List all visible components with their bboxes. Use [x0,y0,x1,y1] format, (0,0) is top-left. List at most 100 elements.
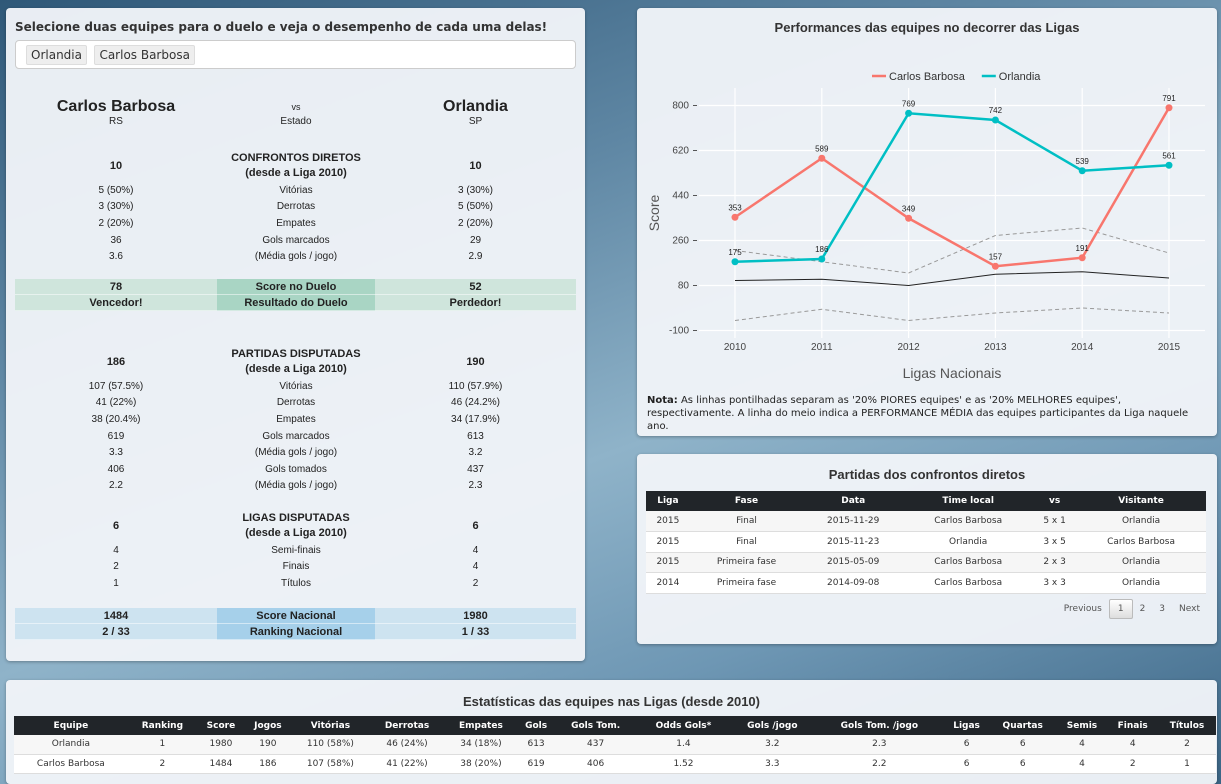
table-cell: 34 (18%) [444,735,518,755]
h2h-title: CONFRONTOS DIRETOS [231,152,361,164]
selected-team-chip[interactable]: Carlos Barbosa [94,45,195,65]
legend-label: Orlandia [999,71,1041,83]
national-rank-label: Ranking Nacional [217,624,375,640]
stat-right: 3.2 [468,447,483,459]
matches-right-total: 190 [466,356,485,368]
column-header[interactable]: Títulos [1157,716,1216,735]
stat-right: 5 (50%) [457,201,493,213]
data-point [1165,104,1173,112]
column-header[interactable]: Derrotas [369,716,445,735]
column-header[interactable]: Score [197,716,245,735]
previous-page-button[interactable]: Previous [1057,599,1109,619]
stat-label: (Média gols / jogo) [254,480,338,492]
table-cell: 437 [554,735,637,755]
table-cell: 6 [944,754,989,774]
table-row: 2015 Primeira fase 2015-05-09 Carlos Bar… [646,552,1206,573]
column-header[interactable]: Empates [444,716,518,735]
column-header[interactable]: vs [1033,491,1077,511]
column-header[interactable]: Fase [689,491,804,511]
page-button-3[interactable]: 3 [1152,599,1172,619]
stat-left: 2 [113,561,119,573]
table-cell: 3.2 [730,735,815,755]
table-cell: 2015 [646,511,690,532]
table-cell: 1 [127,735,198,755]
column-header[interactable]: Odds Gols* [636,716,731,735]
table-cell: 406 [554,754,637,774]
column-header[interactable]: Liga [646,491,690,511]
stat-left: 5 (50%) [98,184,134,196]
column-header[interactable]: Gols /jogo [730,716,815,735]
stat-label: Vitórias [279,380,313,392]
stat-label: Empates [276,217,316,229]
data-label: 539 [1076,157,1090,166]
duel-score-row: 78 Score no Duelo 52 [15,279,576,295]
stat-row: 3 (30%) Derrotas 5 (50%) [15,199,576,216]
data-label: 589 [815,144,829,153]
column-header[interactable]: Time local [903,491,1034,511]
column-header[interactable]: Ranking [127,716,198,735]
stat-label: (Média gols / jogo) [254,251,338,263]
column-header[interactable]: Gols Tom. [554,716,637,735]
data-point [1078,167,1086,175]
column-header[interactable]: Finais [1107,716,1158,735]
stat-row: 3.3 (Média gols / jogo) 3.2 [15,444,576,461]
leagues-title: LIGAS DISPUTADAS [242,512,350,524]
table-cell: 2015-11-23 [803,531,904,553]
selected-team-chip[interactable]: Orlandia [26,45,87,65]
y-tick-label: 260 [672,236,689,247]
column-header[interactable]: Data [803,491,904,511]
x-axis-label: Ligas Nacionais [903,365,1002,381]
column-header[interactable]: Quartas [988,716,1057,735]
team-selector-input[interactable]: Orlandia Carlos Barbosa [15,40,576,69]
column-header[interactable]: Gols Tom. /jogo [814,716,945,735]
column-header[interactable]: Gols [517,716,555,735]
stat-label: (Média gols / jogo) [254,447,338,459]
x-tick-label: 2013 [984,342,1007,353]
table-row: 2014 Primeira fase 2014-09-08 Carlos Bar… [646,572,1206,594]
table-header-row: Liga Fase Data Time local vs Visitante [646,491,1206,511]
national-score-right: 1980 [375,608,576,624]
stat-label: Vitórias [279,184,313,196]
national-score-row: 1484 Score Nacional 1980 [15,608,576,624]
national-score-label: Score Nacional [217,608,375,624]
column-header[interactable]: Vitórias [290,716,370,735]
page-button-2[interactable]: 2 [1133,599,1153,619]
stat-right: 110 (57.9%) [448,380,503,392]
national-rank-left: 2 / 33 [15,624,217,640]
table-cell: 2015-11-29 [803,511,904,532]
average-line [734,271,1170,287]
h2h-right-total: 10 [469,160,482,172]
table-cell: Orlandia [903,531,1034,553]
y-tick-label: -100 [669,326,689,337]
stat-right: 437 [467,463,484,475]
table-cell: Carlos Barbosa [14,754,128,774]
stat-label: Gols tomados [265,463,327,475]
table-cell: 2015 [646,552,690,573]
column-header[interactable]: Semis [1056,716,1108,735]
stat-right: 2.9 [468,251,483,263]
column-header[interactable]: Jogos [244,716,291,735]
x-tick-label: 2015 [1158,342,1181,353]
stat-row: 3.6 (Média gols / jogo) 2.9 [15,248,576,265]
column-header[interactable]: Ligas [944,716,989,735]
column-header[interactable]: Equipe [14,716,128,735]
h2h-matches-title: Partidas dos confrontos diretos [828,467,1026,482]
stat-label: Gols marcados [262,234,330,246]
duel-prompt: Selecione duas equipes para o duelo e ve… [15,20,548,34]
stat-row: 41 (22%) Derrotas 46 (24.2%) [15,395,576,412]
stat-right: 34 (17.9%) [451,413,500,425]
data-label: 769 [902,99,916,108]
table-cell: Carlos Barbosa [903,511,1034,532]
table-cell: 2 [127,754,198,774]
column-header[interactable]: Visitante [1076,491,1206,511]
table-row: 2015 Final 2015-11-23 Orlandia 3 x 5 Car… [646,531,1206,553]
national-rank-right: 1 / 33 [375,624,576,640]
quantile-dashed-line [734,227,1170,274]
page-button-1[interactable]: 1 [1108,599,1133,619]
table-cell: 2.3 [814,735,945,755]
next-page-button[interactable]: Next [1172,599,1207,619]
h2h-section: 10 CONFRONTOS DIRETOS (desde a Liga 2010… [15,150,576,265]
matches-left-total: 186 [106,356,126,368]
data-label: 191 [1076,244,1090,253]
stat-right: 3 (30%) [457,184,493,196]
